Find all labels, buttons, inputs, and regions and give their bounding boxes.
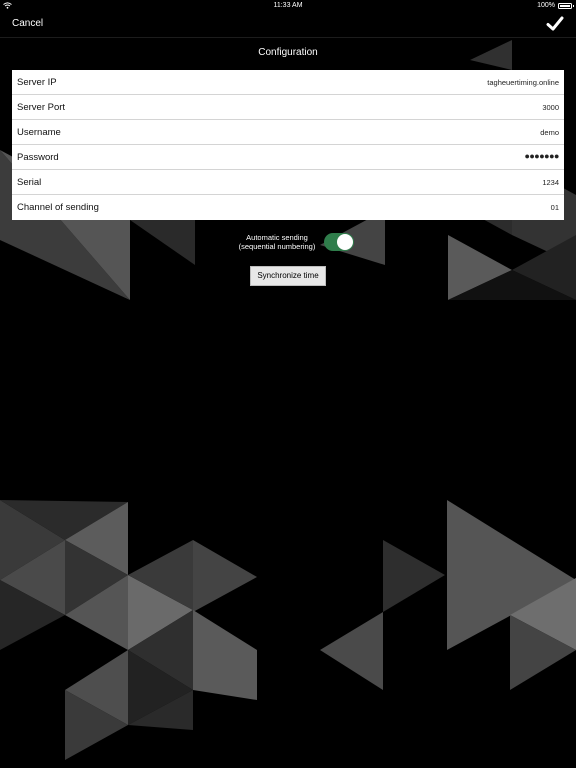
- serial-label: Serial: [17, 177, 42, 188]
- server-ip-field[interactable]: tagheuertiming.online: [487, 78, 559, 87]
- configuration-screen: 11:33 AM 100% Cancel Configuration Serve…: [0, 0, 576, 768]
- battery-percentage: 100%: [537, 2, 555, 9]
- server-port-field[interactable]: 3000: [542, 103, 559, 112]
- server-port-label: Server Port: [17, 102, 66, 113]
- synchronize-time-button[interactable]: Synchronize time: [250, 266, 326, 286]
- configuration-form: Server IP tagheuertiming.online Server P…: [12, 70, 564, 220]
- page-title: Configuration: [258, 47, 318, 58]
- username-field[interactable]: demo: [540, 128, 559, 137]
- status-bar: 11:33 AM 100%: [0, 0, 576, 12]
- password-field[interactable]: ●●●●●●●: [524, 151, 559, 161]
- username-label: Username: [17, 127, 61, 138]
- serial-field[interactable]: 1234: [542, 178, 559, 187]
- navigation-bar: Cancel: [0, 12, 576, 38]
- status-time: 11:33 AM: [273, 2, 303, 9]
- server-ip-row[interactable]: Server IP tagheuertiming.online: [12, 70, 564, 95]
- automatic-sending-toggle[interactable]: [324, 233, 354, 251]
- channel-label: Channel of sending: [17, 202, 99, 213]
- password-row[interactable]: Password ●●●●●●●: [12, 145, 564, 170]
- server-port-row[interactable]: Server Port 3000: [12, 95, 564, 120]
- automatic-sending-label: Automatic sending (sequential numbering): [220, 233, 334, 251]
- channel-row[interactable]: Channel of sending 01: [12, 195, 564, 220]
- username-row[interactable]: Username demo: [12, 120, 564, 145]
- serial-row[interactable]: Serial 1234: [12, 170, 564, 195]
- automatic-sending-label-line1: Automatic sending: [246, 233, 308, 242]
- battery-icon: [558, 2, 574, 9]
- automatic-sending-label-line2: (sequential numbering): [238, 242, 316, 251]
- channel-field[interactable]: 01: [551, 203, 559, 212]
- server-ip-label: Server IP: [17, 77, 57, 88]
- cancel-button[interactable]: Cancel: [12, 18, 43, 29]
- toggle-knob: [337, 234, 353, 250]
- checkmark-icon[interactable]: [546, 15, 564, 33]
- password-label: Password: [17, 152, 59, 163]
